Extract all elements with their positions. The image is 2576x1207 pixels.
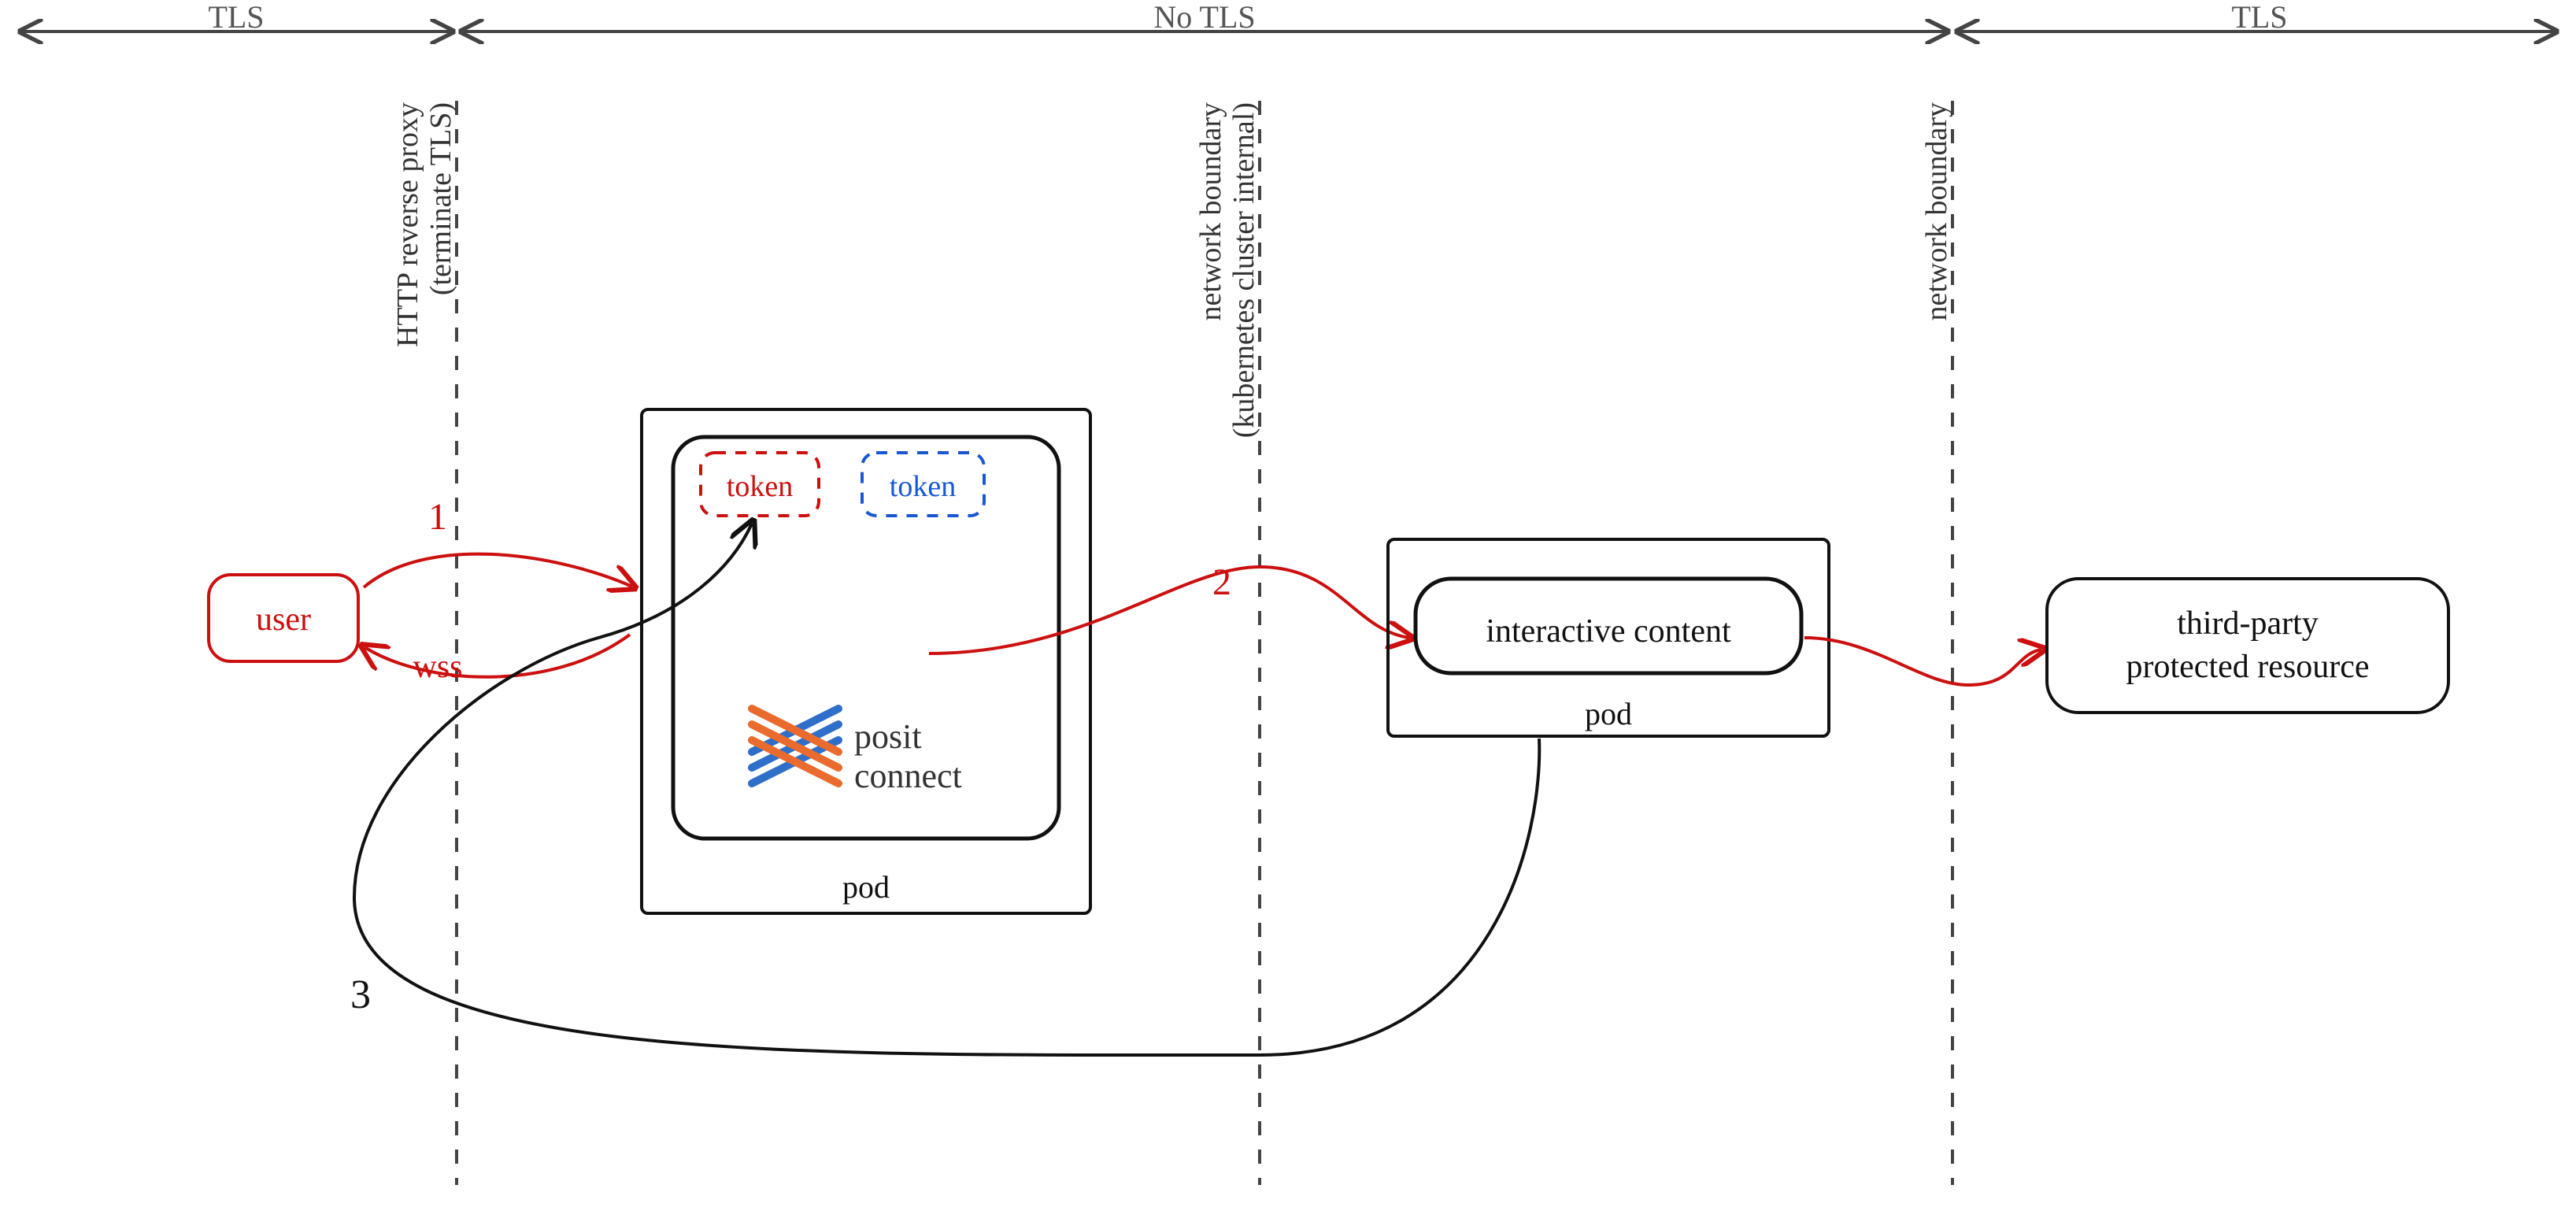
node-third-party-label-2: protected resource [2126, 649, 2370, 685]
posit-label-2: connect [854, 757, 962, 795]
edge-3-label: 3 [350, 972, 371, 1017]
zone-arrows: TLS No TLS TLS [22, 0, 2555, 35]
edge-wss: wss [365, 635, 630, 685]
edge-2-label: 2 [1212, 561, 1231, 603]
zone-tls-left-label: TLS [208, 0, 264, 35]
node-pod-connect-label: pod [842, 869, 890, 905]
boundary-proxy-label-1: HTTP reverse proxy [391, 102, 424, 347]
edge-2: 2 [929, 561, 1409, 653]
edge-1: 1 [364, 496, 632, 587]
zone-tls-right-label: TLS [2231, 0, 2287, 35]
node-pod-connect: pod token token posit connect [642, 409, 1090, 913]
boundary-k8s-label-2: (kubernetes cluster internal) [1227, 102, 1260, 438]
edge-wss-label: wss [413, 649, 462, 685]
posit-label-1: posit [854, 717, 922, 756]
node-interactive-label: interactive content [1486, 613, 1731, 650]
node-token-blue-label: token [890, 470, 956, 503]
node-third-party: third-party protected resource [2047, 579, 2448, 713]
node-third-party-label-1: third-party [2177, 605, 2319, 642]
node-pod-content: pod interactive content [1388, 539, 1829, 736]
node-pod-content-label: pod [1585, 696, 1632, 731]
boundary-proxy-label-2: (terminate TLS) [424, 102, 457, 295]
zone-no-tls-label: No TLS [1153, 0, 1255, 35]
boundary-k8s-label-1: network boundary [1194, 102, 1227, 321]
edge-1-label: 1 [428, 496, 447, 538]
node-user: user [209, 575, 358, 661]
edge-to-third-party [1804, 638, 2041, 685]
node-user-label: user [256, 602, 311, 638]
posit-logo-icon [752, 709, 838, 783]
boundary-right-label: network boundary [1920, 102, 1953, 321]
node-token-red-label: token [727, 470, 793, 503]
